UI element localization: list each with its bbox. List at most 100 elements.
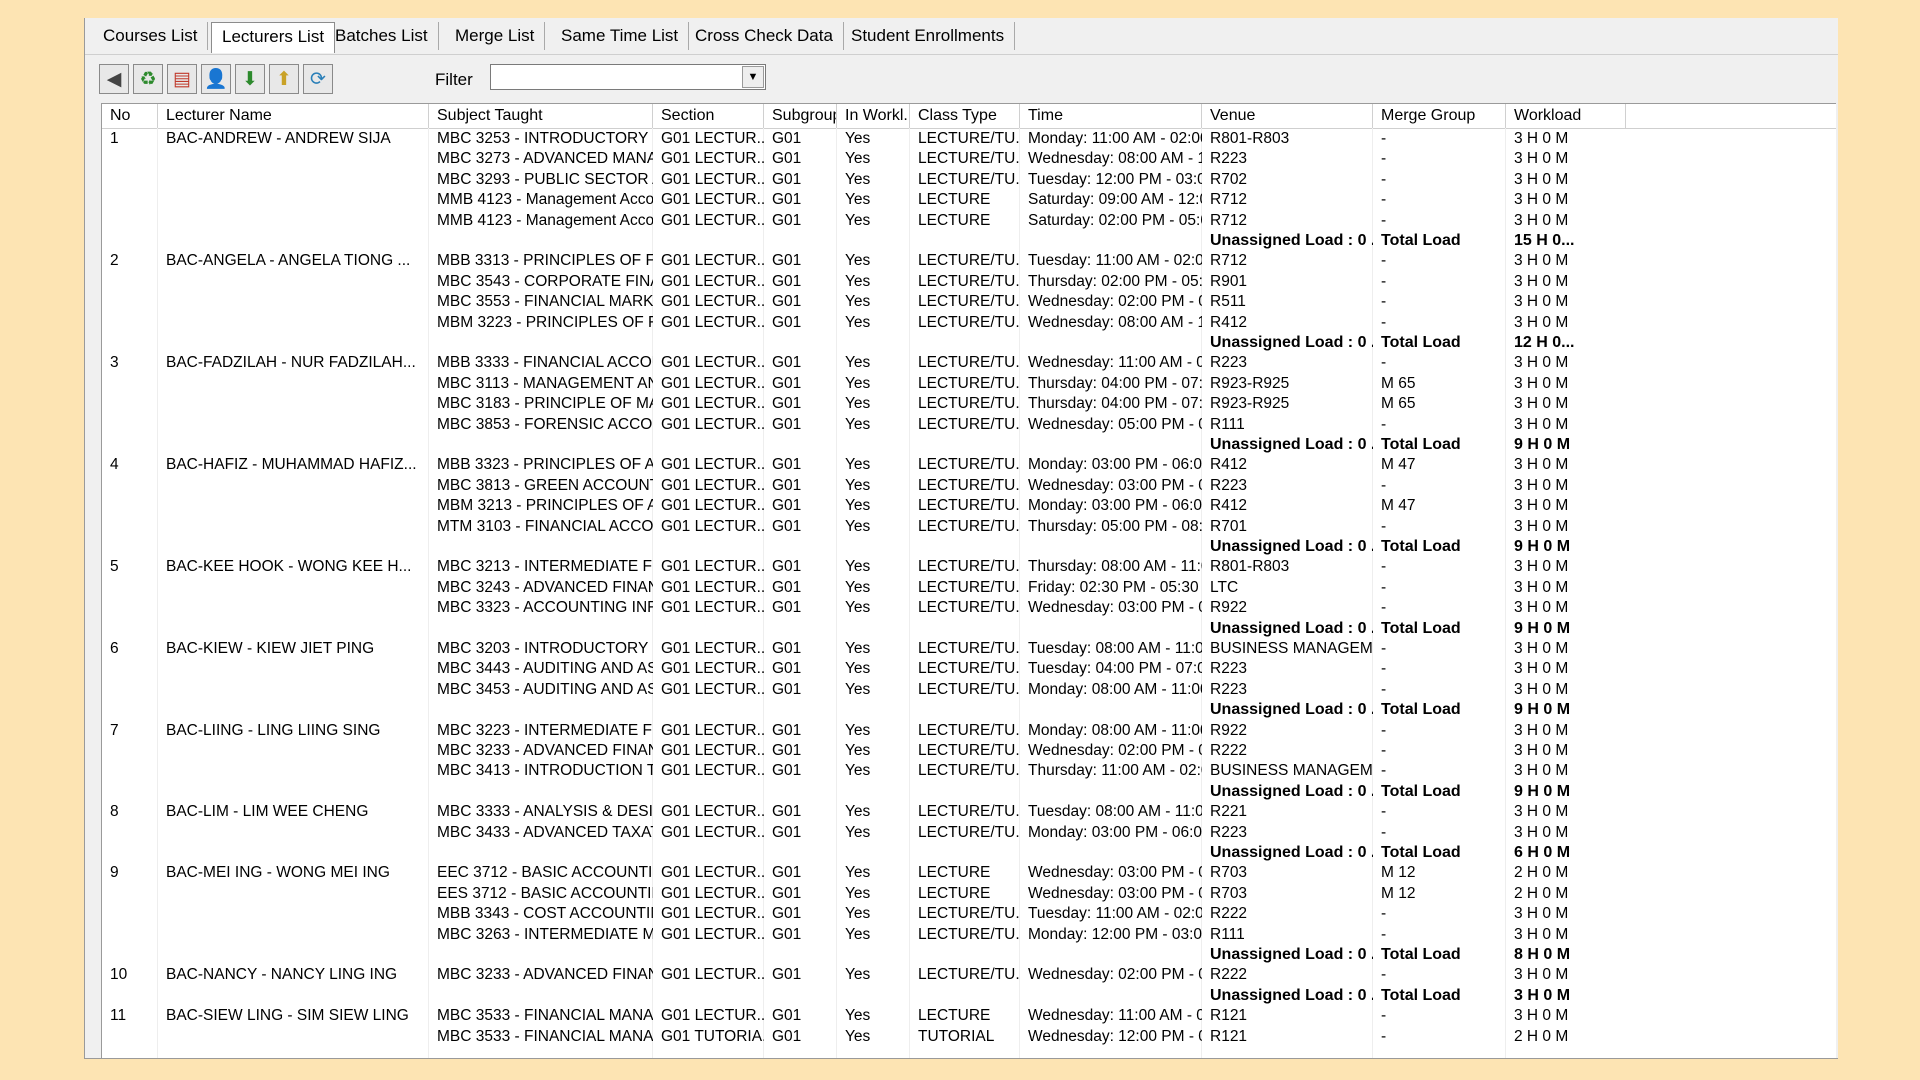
venue: R412 [1210,497,1248,515]
workload: 3 H 0 M [1514,925,1569,943]
table-row[interactable]: MBC 3323 - ACCOUNTING INFO... G01 LECTUR.… [102,598,1836,618]
time: Saturday: 02:00 PM - 05:00 ... [1028,211,1202,229]
tab-merge-list[interactable]: Merge List [445,22,546,50]
total-row[interactable]: Unassigned Load : 0 ... Total Load 15 H 0.… [102,231,1836,251]
table-row[interactable]: MBC 3443 - AUDITING AND ASS... G01 LECTUR… [102,659,1836,679]
lecturer-name [158,700,429,720]
recycle-button[interactable]: ♻ [133,64,163,94]
tab-courses-list[interactable]: Courses List [93,22,209,50]
header-col-lecturer-name[interactable]: Lecturer Name [158,104,429,128]
chevron-down-icon[interactable]: ▼ [742,66,764,88]
table-row[interactable]: 7 BAC-LIING - LING LIING SING MBC 3223 - I… [102,721,1836,741]
total-row[interactable]: Unassigned Load : 0 ... Total Load 9 H 0 M [102,619,1836,639]
class-type: LECTURE/TU... [918,354,1020,372]
table-row[interactable]: MBB 3343 - COST ACCOUNTING G01 LECTUR... G… [102,904,1836,924]
table-row[interactable]: MBC 3233 - ADVANCED FINANCI... G01 LECTUR… [102,741,1836,761]
header-col-section[interactable]: Section [653,104,764,128]
filter-select[interactable]: ▼ [490,64,766,90]
merge-group: - [1381,272,1387,290]
total-row[interactable]: Unassigned Load : 0 ... Total Load 6 H 0 M [102,843,1836,863]
total-row[interactable]: Unassigned Load : 0 ... Total Load 12 H 0.… [102,333,1836,353]
header-col-in-workload[interactable]: In Workl... [837,104,910,128]
table-row[interactable]: MBC 3453 - AUDITING AND ASS... G01 LECTUR… [102,680,1836,700]
class-type: LECTURE/TU... [918,558,1020,576]
header-col-venue[interactable]: Venue [1202,104,1373,128]
header-col-class-type[interactable]: Class Type [910,104,1020,128]
lecturer-name [158,843,429,863]
header-col-subgroup[interactable]: Subgroup [764,104,837,128]
lecturer-name [158,313,429,333]
tab-batches-list[interactable]: Batches List [325,22,439,50]
class-type: LECTURE/TU... [918,925,1020,943]
header-col-merge-group[interactable]: Merge Group [1373,104,1506,128]
table-row[interactable]: 2 BAC-ANGELA - ANGELA TIONG ... MBB 3313 -… [102,251,1836,271]
table-row[interactable]: MBC 3853 - FORENSIC ACCOUN... G01 LECTUR.… [102,415,1836,435]
table-row[interactable]: 11 BAC-SIEW LING - SIM SIEW LING MBC 3533 … [102,1006,1836,1026]
user-button[interactable]: 👤 [201,64,231,94]
table-row[interactable]: MBC 3263 - INTERMEDIATE MA... G01 LECTUR.… [102,925,1836,945]
table-row[interactable]: MBC 3543 - CORPORATE FINAN... G01 LECTUR.… [102,272,1836,292]
table-row[interactable]: MBC 3273 - ADVANCED MANAG... G01 LECTUR..… [102,149,1836,169]
tab-student-enrollments[interactable]: Student Enrollments [841,22,1016,50]
table-row[interactable]: MBC 3553 - FINANCIAL MARKET ... G01 LECTU… [102,292,1836,312]
refresh-button[interactable]: ⟳ [303,64,333,94]
table-row[interactable]: 1 BAC-ANDREW - ANDREW SIJA MBC 3253 - INTR… [102,129,1836,149]
table-row[interactable]: 9 BAC-MEI ING - WONG MEI ING EEC 3712 - BA… [102,863,1836,883]
section: G01 LECTUR... [661,864,764,882]
table-row[interactable]: EES 3712 - BASIC ACCOUNTING ... G01 LECTU… [102,884,1836,904]
export-button[interactable]: ⬆ [269,64,299,94]
table-row[interactable]: 3 BAC-FADZILAH - NUR FADZILAH... MBB 3333 … [102,353,1836,373]
table-row[interactable]: MBC 3813 - GREEN ACCOUNTIN... G01 LECTUR.… [102,476,1836,496]
header-col-workload[interactable]: Workload [1506,104,1626,128]
total-row[interactable]: Unassigned Load : 0 ... Total Load 9 H 0 M [102,435,1836,455]
table-row[interactable]: MBC 3533 - FINANCIAL MANAGE... G01 TUTORI… [102,1027,1836,1047]
table-row[interactable]: MBM 3223 - PRINCIPLES OF FIN... G01 LECTU… [102,313,1836,333]
header-col-time[interactable]: Time [1020,104,1202,128]
table-row[interactable]: MMB 4123 - Management Accoun... G01 LECTU… [102,190,1836,210]
table-row[interactable]: MBC 3113 - MANAGEMENT AND ... G01 LECTUR.… [102,374,1836,394]
workload: 3 H 0 M [1514,170,1569,188]
table-row[interactable]: 6 BAC-KIEW - KIEW JIET PING MBC 3203 - INT… [102,639,1836,659]
table-row[interactable]: 4 BAC-HAFIZ - MUHAMMAD HAFIZ... MBB 3323 -… [102,455,1836,475]
table-row[interactable]: MBC 3433 - ADVANCED TAXATI... G01 LECTUR.… [102,823,1836,843]
table-row[interactable]: 8 BAC-LIM - LIM WEE CHENG MBC 3333 - ANALY… [102,802,1836,822]
table-row[interactable]: MBM 3213 - PRINCIPLES OF ACC... G01 LECTU… [102,496,1836,516]
total-row[interactable]: Unassigned Load : 0 ... Total Load 8 H 0 M [102,945,1836,965]
total-row[interactable]: Unassigned Load : 0 ... Total Load 9 H 0 M [102,537,1836,557]
subject-taught: MBB 3333 - FINANCIAL ACCOUN... [437,354,653,372]
table-row[interactable]: MBC 3243 - ADVANCED FINANCI... G01 LECTUR… [102,578,1836,598]
merge-group: - [1381,517,1387,535]
lecturer-name [158,170,429,190]
class-type: LECTURE/TU... [918,497,1020,515]
in-workload: Yes [845,374,871,392]
venue: R111 [1210,415,1245,433]
list-button[interactable]: ▤ [167,64,197,94]
in-workload [837,782,910,802]
lecturer-name: BAC-KIEW - KIEW JIET PING [166,640,375,657]
table-row[interactable]: MBC 3413 - INTRODUCTION TO ... G01 LECTUR… [102,761,1836,781]
total-row[interactable]: Unassigned Load : 0 ... Total Load 9 H 0 M [102,700,1836,720]
table-row[interactable]: 10 BAC-NANCY - NANCY LING ING MBC 3233 - A… [102,965,1836,985]
import-button[interactable]: ⬇ [235,64,265,94]
subject-taught [429,700,653,720]
tab-cross-check-data[interactable]: Cross Check Data [685,22,844,50]
back-button[interactable]: ◀ [99,64,129,94]
table-row[interactable]: MTM 3103 - FINANCIAL ACCOUN... G01 LECTUR… [102,517,1836,537]
tab-lecturers-list[interactable]: Lecturers List [211,22,336,53]
table-row[interactable]: MMB 4123 - Management Accoun... G01 LECTU… [102,211,1836,231]
tab-same-time-list[interactable]: Same Time List [551,22,690,50]
row-number [102,700,158,720]
section: G01 LECTUR... [661,191,764,209]
table-row[interactable]: MBC 3293 - PUBLIC SECTOR AC... G01 LECTUR… [102,170,1836,190]
table-row[interactable]: MBC 3183 - PRINCIPLE OF MAN... G01 LECTUR… [102,394,1836,414]
header-col-no[interactable]: No [102,104,158,128]
total-row[interactable]: Unassigned Load : 0 ... Total Load 9 H 0 M [102,782,1836,802]
header-col-subject-taught[interactable]: Subject Taught [429,104,653,128]
time: Friday: 02:30 PM - 05:30 PM [1028,578,1202,596]
table-row[interactable]: 5 BAC-KEE HOOK - WONG KEE H... MBC 3213 - … [102,557,1836,577]
time: Wednesday: 02:00 PM - 05:... [1028,966,1202,984]
total-row[interactable]: Unassigned Load : 0 ... Total Load 3 H 0 M [102,986,1836,1006]
time: Monday: 03:00 PM - 06:00 ... [1028,456,1202,474]
time: Thursday: 05:00 PM - 08:00... [1028,517,1202,535]
time: Wednesday: 05:00 PM - 08:... [1028,415,1202,433]
